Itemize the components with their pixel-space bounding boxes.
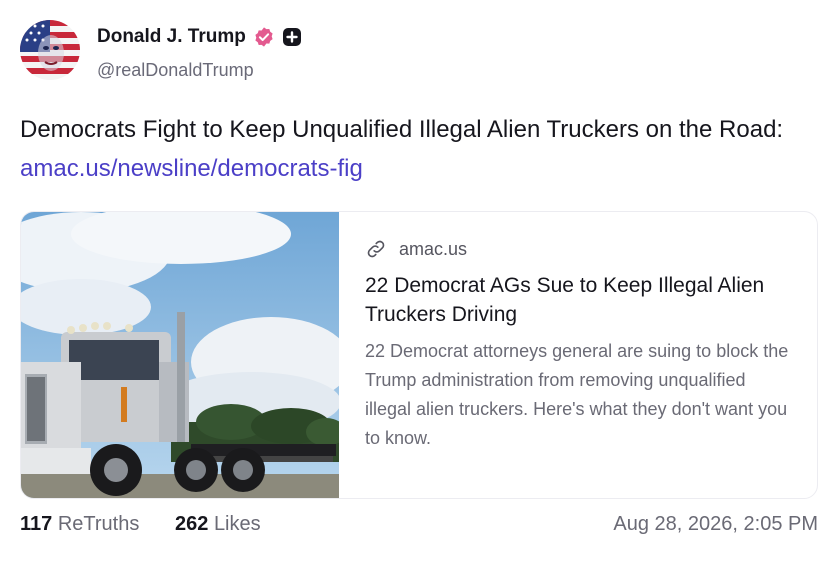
plus-badge-icon: [282, 28, 301, 46]
author-display-name[interactable]: Donald J. Trump: [97, 26, 246, 48]
likes-label: Likes: [213, 513, 261, 535]
link-icon: [367, 240, 385, 258]
verified-badge-icon: [255, 27, 273, 47]
post-timestamp[interactable]: Aug 28, 2026, 2:05 PM: [613, 513, 818, 536]
link-card-body: amac.us 22 Democrat AGs Sue to Keep Ille…: [365, 234, 795, 453]
author-avatar[interactable]: [20, 20, 80, 80]
retruths-label: ReTruths: [57, 513, 140, 535]
semi-truck-photo: [21, 212, 339, 498]
link-card-title: 22 Democrat AGs Sue to Keep Illegal Alie…: [365, 274, 765, 326]
post-link[interactable]: amac.us/newsline/democrats-fig: [20, 155, 363, 182]
link-card-domain: amac.us: [399, 238, 468, 259]
link-card-domain-row: amac.us: [365, 234, 795, 264]
likes-count: 262: [175, 513, 209, 535]
post-body-text: Democrats Fight to Keep Unqualified Ille…: [20, 116, 784, 143]
author-name-row: Donald J. Trump: [97, 26, 302, 48]
truth-post: Donald J. Trump @realDonaldTrump Democra…: [0, 0, 840, 566]
author-handle[interactable]: @realDonaldTrump: [97, 60, 254, 81]
link-preview-card[interactable]: amac.us 22 Democrat AGs Sue to Keep Ille…: [20, 211, 818, 499]
likes-stat[interactable]: 262 Likes: [175, 513, 261, 536]
retruths-stat[interactable]: 117 ReTruths: [20, 513, 139, 536]
post-footer: 117 ReTruths 262 Likes Aug 28, 2026, 2:0…: [20, 513, 818, 543]
post-text: Democrats Fight to Keep Unqualified Ille…: [20, 110, 820, 188]
link-card-description: 22 Democrat attorneys general are suing …: [365, 341, 789, 448]
retruths-count: 117: [20, 513, 53, 535]
